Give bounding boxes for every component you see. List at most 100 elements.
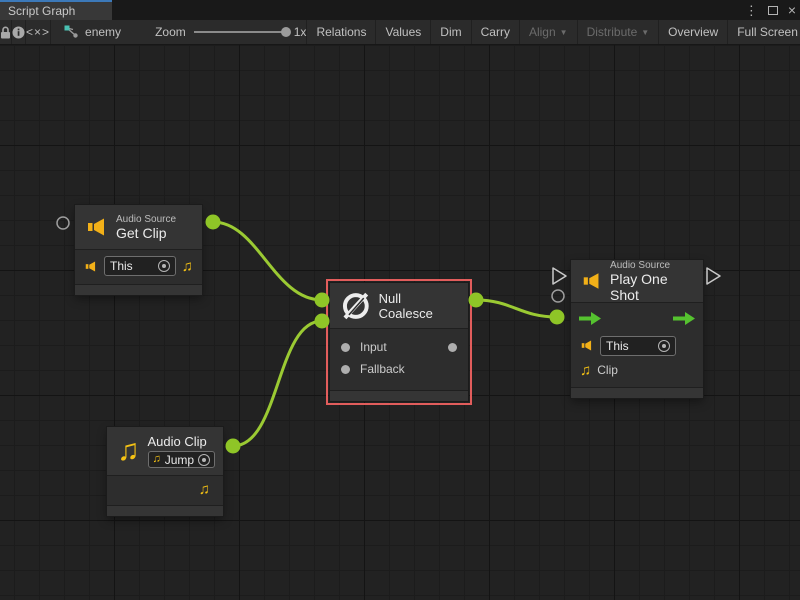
object-picker-icon[interactable] bbox=[158, 260, 170, 272]
maximize-icon[interactable] bbox=[768, 6, 778, 15]
more-menu-icon[interactable]: ⋮ bbox=[745, 4, 758, 17]
node-audio-clip[interactable]: ♫ Audio Clip ♫ Jump ♫ bbox=[107, 427, 223, 516]
audio-clip-port-icon[interactable]: ♫ bbox=[580, 363, 591, 378]
tab-script-graph[interactable]: Script Graph bbox=[0, 0, 112, 20]
unconnected-value-port[interactable] bbox=[57, 217, 69, 229]
unconnected-value-port[interactable] bbox=[552, 290, 564, 302]
audio-source-icon bbox=[581, 270, 603, 292]
node-header: Audio Source Get Clip bbox=[75, 205, 202, 250]
connected-port-dot[interactable] bbox=[550, 310, 565, 325]
input-port[interactable] bbox=[341, 343, 350, 352]
port-row-fallback: Fallback bbox=[330, 358, 468, 380]
node-body: This ♫ Clip bbox=[571, 303, 703, 385]
flow-out-arrow-icon[interactable] bbox=[673, 312, 695, 325]
node-footer bbox=[107, 505, 223, 516]
toolbar-button-distribute[interactable]: Distribute ▼ bbox=[578, 20, 660, 44]
port-rows: Input Fallback bbox=[330, 329, 468, 388]
this-value: This bbox=[606, 339, 629, 353]
graph-canvas[interactable]: Audio Source Get Clip This ♫ bbox=[0, 45, 800, 600]
node-header: ♫ Audio Clip ♫ Jump bbox=[107, 427, 223, 476]
output-port[interactable] bbox=[448, 343, 457, 352]
wire-output-to-clip[interactable] bbox=[476, 300, 557, 317]
port-row-clip: ♫ Clip bbox=[571, 357, 703, 383]
code-preview-button[interactable]: <×> bbox=[26, 20, 51, 44]
toolbar-button-fullscreen[interactable]: Full Screen bbox=[728, 20, 800, 44]
clip-label: Clip bbox=[597, 363, 618, 377]
toolbar-button-dim[interactable]: Dim bbox=[431, 20, 471, 44]
tab-bar: Script Graph ⋮ × bbox=[0, 0, 800, 20]
zoom-value: 1x bbox=[294, 25, 307, 39]
code-icon: <×> bbox=[26, 25, 50, 39]
audio-clip-object-field[interactable]: ♫ Jump bbox=[148, 451, 216, 468]
toolbar-button-values[interactable]: Values bbox=[376, 20, 431, 44]
zoom-control: Zoom 1x bbox=[155, 25, 306, 39]
window-controls: ⋮ × bbox=[745, 0, 796, 20]
toolbar-button-carry[interactable]: Carry bbox=[472, 20, 520, 44]
toolbar-button-overview[interactable]: Overview bbox=[659, 20, 728, 44]
port-row-input: Input bbox=[330, 336, 468, 358]
flow-row bbox=[571, 303, 703, 334]
node-title: Play One Shot bbox=[610, 271, 693, 303]
this-object-field[interactable]: This bbox=[104, 256, 176, 276]
distribute-label: Distribute bbox=[587, 25, 638, 39]
output-row: ♫ bbox=[107, 476, 223, 503]
toolbar-button-align[interactable]: Align ▼ bbox=[520, 20, 578, 44]
graph-name: enemy bbox=[85, 25, 121, 39]
audio-clip-icon: ♫ bbox=[117, 436, 140, 466]
flow-in-arrow-icon[interactable] bbox=[579, 312, 601, 325]
script-graph-window: Script Graph ⋮ × <×> bbox=[0, 0, 800, 600]
tab-label: Script Graph bbox=[8, 4, 75, 18]
lock-button[interactable] bbox=[0, 20, 12, 44]
audio-source-mini-icon bbox=[580, 339, 594, 352]
info-button[interactable] bbox=[12, 20, 26, 44]
object-picker-icon[interactable] bbox=[198, 454, 210, 466]
audio-source-icon bbox=[85, 216, 109, 238]
fallback-port[interactable] bbox=[341, 365, 350, 374]
node-title: Get Clip bbox=[116, 225, 176, 241]
node-header: Audio Source Play One Shot bbox=[571, 260, 703, 303]
zoom-slider-thumb[interactable] bbox=[281, 27, 291, 37]
null-coalesce-icon bbox=[340, 290, 372, 322]
chevron-down-icon: ▼ bbox=[641, 28, 649, 37]
node-play-one-shot[interactable]: Audio Source Play One Shot bbox=[571, 260, 703, 398]
connected-port-dot[interactable] bbox=[206, 215, 221, 230]
input-label: Input bbox=[360, 340, 387, 354]
unconnected-flow-out-port[interactable] bbox=[707, 268, 720, 284]
align-label: Align bbox=[529, 25, 556, 39]
info-icon bbox=[12, 26, 25, 39]
this-object-field[interactable]: This bbox=[600, 336, 676, 356]
close-icon[interactable]: × bbox=[788, 3, 796, 17]
port-row-this: This bbox=[571, 334, 703, 357]
fallback-label: Fallback bbox=[360, 362, 405, 376]
graph-info-segment: enemy Zoom 1x bbox=[51, 20, 307, 44]
graph-toolbar: <×> enemy Zoom 1x Relations Values Dim C… bbox=[0, 20, 800, 45]
zoom-slider[interactable] bbox=[194, 31, 286, 33]
object-picker-icon[interactable] bbox=[658, 340, 670, 352]
node-category: Audio Source bbox=[610, 260, 693, 271]
port-row-this: This ♫ bbox=[75, 250, 202, 282]
unconnected-flow-in-port[interactable] bbox=[553, 268, 566, 284]
wire-audioclip-to-fallback[interactable] bbox=[233, 321, 322, 446]
connected-port-dot[interactable] bbox=[226, 439, 241, 454]
audio-clip-port-icon[interactable]: ♫ bbox=[199, 482, 210, 497]
audio-clip-mini-icon: ♫ bbox=[153, 454, 161, 465]
node-get-clip[interactable]: Audio Source Get Clip This ♫ bbox=[75, 205, 202, 295]
graph-icon bbox=[64, 25, 79, 39]
node-category: Audio Source bbox=[116, 214, 176, 225]
toolbar-button-relations[interactable]: Relations bbox=[307, 20, 376, 44]
this-value: This bbox=[110, 259, 133, 273]
node-title: Null Coalesce bbox=[379, 291, 458, 321]
node-null-coalesce[interactable]: Null Coalesce Input Fallback bbox=[330, 283, 468, 401]
node-footer bbox=[571, 387, 703, 398]
lock-icon bbox=[0, 26, 11, 39]
audio-clip-port-icon[interactable]: ♫ bbox=[182, 259, 193, 274]
node-title: Audio Clip bbox=[148, 434, 216, 449]
audio-source-mini-icon bbox=[84, 260, 98, 273]
chevron-down-icon: ▼ bbox=[560, 28, 568, 37]
clip-value: Jump bbox=[165, 453, 194, 467]
node-footer bbox=[330, 390, 468, 401]
node-header: Null Coalesce bbox=[330, 283, 468, 329]
zoom-label: Zoom bbox=[155, 25, 186, 39]
node-footer bbox=[75, 284, 202, 295]
wire-getclip-to-input[interactable] bbox=[213, 222, 322, 300]
